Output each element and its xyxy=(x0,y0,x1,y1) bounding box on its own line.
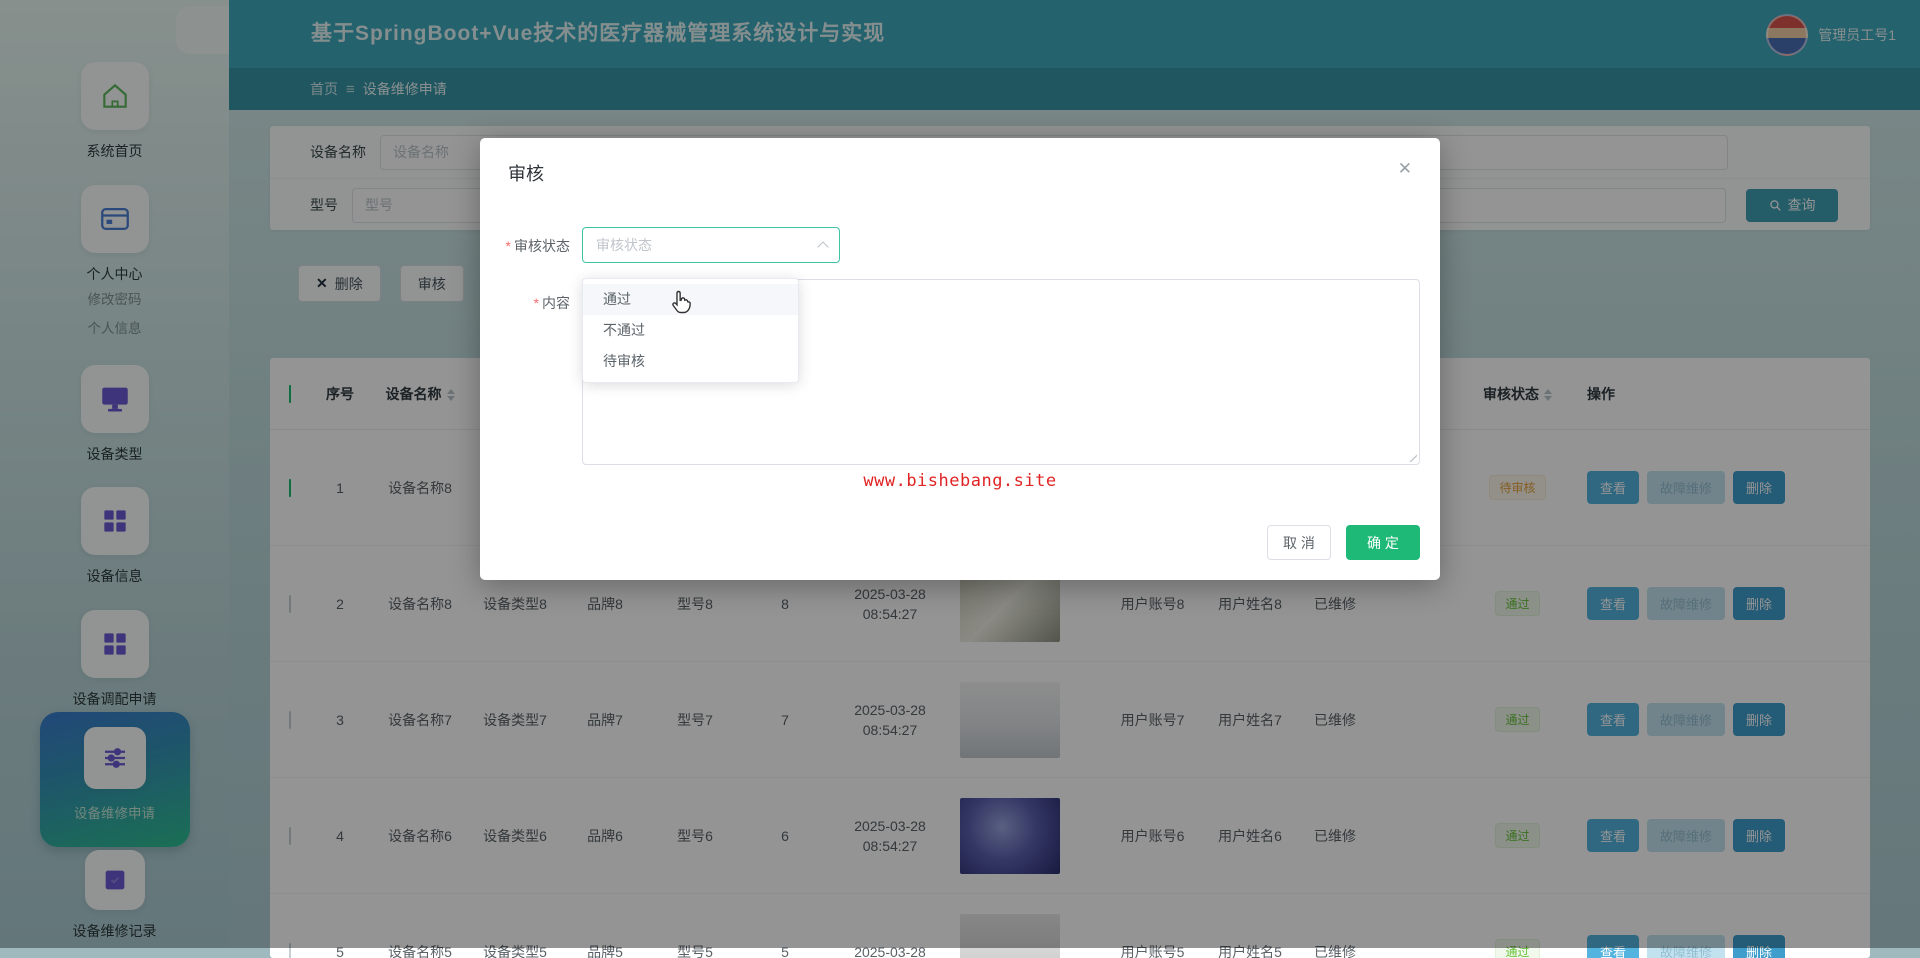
audit-status-select[interactable]: 审核状态 xyxy=(582,227,840,263)
status-dropdown: 通过 不通过 待审核 xyxy=(582,278,799,383)
content-label: *内容 xyxy=(480,293,570,313)
confirm-button[interactable]: 确 定 xyxy=(1346,525,1420,560)
watermark: www.bishebang.site xyxy=(480,471,1440,491)
dialog-title: 审核 xyxy=(508,160,544,186)
close-icon[interactable]: ✕ xyxy=(1392,158,1418,180)
audit-status-label: *审核状态 xyxy=(480,236,570,256)
dropdown-option-fail[interactable]: 不通过 xyxy=(583,315,798,346)
select-placeholder: 审核状态 xyxy=(596,235,652,255)
chevron-up-icon xyxy=(817,241,828,252)
dropdown-option-pending[interactable]: 待审核 xyxy=(583,346,798,377)
audit-dialog: 审核 ✕ *审核状态 审核状态 *内容 通过 不通过 待审核 www.bishe… xyxy=(480,138,1440,580)
cancel-button[interactable]: 取 消 xyxy=(1267,525,1331,560)
dropdown-option-pass[interactable]: 通过 xyxy=(583,284,798,315)
